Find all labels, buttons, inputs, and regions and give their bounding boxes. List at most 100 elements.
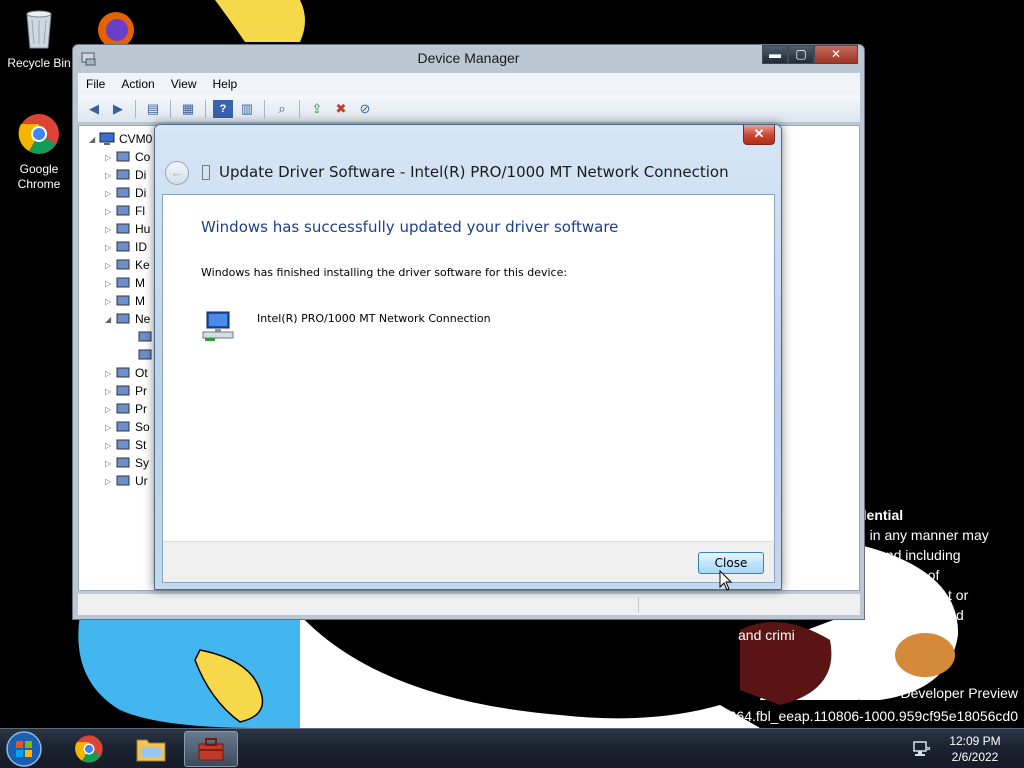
collapse-arrow-icon[interactable]: ◢ [105, 315, 115, 324]
tree-item[interactable]: ▷ Fl [105, 202, 145, 220]
tree-item[interactable]: ◢ Ne [105, 310, 150, 328]
expand-arrow-icon[interactable]: ▷ [105, 369, 115, 378]
expand-arrow-icon[interactable]: ▷ [105, 189, 115, 198]
tree-item-label: Pr [135, 384, 147, 398]
expand-arrow-icon[interactable]: ▷ [105, 423, 115, 432]
tree-item-label: Ne [135, 312, 151, 326]
tree-item[interactable]: ▷ So [105, 418, 150, 436]
tree-item[interactable]: ▷ Pr [105, 382, 147, 400]
desktop-icon-recycle-bin[interactable]: Recycle Bin [6, 6, 72, 71]
tree-item-label: Ke [135, 258, 150, 272]
tree-item[interactable]: ▷ Di [105, 184, 146, 202]
tree-item-label: Ot [135, 366, 148, 380]
show-hide-action-pane-icon[interactable]: ▥ [237, 100, 257, 118]
start-button[interactable] [4, 730, 44, 768]
show-hide-console-tree-icon[interactable]: ▤ [143, 100, 163, 118]
window-close-button[interactable]: ✕ [814, 45, 858, 64]
device-category-icon [116, 457, 130, 468]
network-tray-icon[interactable] [912, 739, 932, 759]
window-title: Device Manager [417, 50, 520, 66]
tree-item[interactable]: ▷ Ke [105, 256, 150, 274]
expand-arrow-icon[interactable]: ▷ [105, 477, 115, 486]
expand-arrow-icon[interactable]: ▷ [105, 279, 115, 288]
network-connector-icon [202, 165, 210, 180]
back-arrow-icon[interactable]: ◀ [84, 100, 104, 118]
device-category-icon [138, 349, 152, 360]
tree-item-label: Di [135, 168, 147, 182]
expand-arrow-icon[interactable]: ▷ [105, 243, 115, 252]
tree-item[interactable]: ▷ M [105, 274, 145, 292]
back-button[interactable]: ← [165, 161, 189, 185]
expand-arrow-icon[interactable]: ▷ [105, 261, 115, 270]
collapse-arrow-icon[interactable]: ◢ [89, 135, 99, 144]
scan-hardware-icon[interactable]: ⌕ [272, 100, 292, 118]
dialog-close-button[interactable]: ✕ [743, 125, 775, 145]
minimize-button[interactable]: ▬ [762, 45, 788, 64]
device-category-icon [116, 169, 130, 180]
taskbar-device-manager[interactable] [184, 731, 238, 767]
device-category-icon [116, 385, 130, 396]
tree-item[interactable]: ▷ St [105, 436, 146, 454]
maximize-button[interactable]: ▢ [788, 45, 814, 64]
tree-item-label: Hu [135, 222, 151, 236]
tree-item[interactable]: ▷ Ot [105, 364, 148, 382]
toolbar: ◀ ▶ ▤ ▦ ? ▥ ⌕ ⇪ ✖ ⊘ [78, 95, 860, 123]
tree-item-label: St [135, 438, 147, 452]
device-category-icon [116, 259, 130, 270]
disable-icon[interactable]: ⊘ [355, 100, 375, 118]
mouse-cursor-icon [719, 570, 733, 591]
expand-arrow-icon[interactable]: ▷ [105, 297, 115, 306]
device-category-icon [138, 331, 152, 342]
update-driver-icon[interactable]: ⇪ [307, 100, 327, 118]
network-adapter-icon [202, 311, 234, 341]
taskbar-chrome[interactable] [62, 731, 116, 767]
device-category-icon [116, 277, 130, 288]
tree-item[interactable]: ▷ Sy [105, 454, 149, 472]
clock-date: 2/6/2022 [951, 750, 999, 764]
firefox-icon[interactable] [93, 8, 139, 44]
menu-action[interactable]: Action [113, 73, 162, 95]
menu-view[interactable]: View [163, 73, 205, 95]
tree-item[interactable] [127, 346, 157, 364]
desktop-icon-google-chrome[interactable]: Google Chrome [6, 112, 72, 192]
tree-item[interactable]: ▷ Hu [105, 220, 150, 238]
tree-item[interactable]: ▷ Ur [105, 472, 148, 490]
tree-item[interactable]: ▷ Di [105, 166, 146, 184]
expand-arrow-icon[interactable]: ▷ [105, 207, 115, 216]
device-category-icon [116, 421, 130, 432]
tree-item[interactable]: ▷ M [105, 292, 145, 310]
tree-item[interactable] [127, 328, 157, 346]
clock-time: 12:09 PM [949, 734, 1001, 748]
expand-arrow-icon[interactable]: ▷ [105, 441, 115, 450]
tree-item[interactable]: ▷ Pr [105, 400, 147, 418]
device-category-icon [116, 151, 130, 162]
system-clock[interactable]: 12:09 PM 2/6/2022 [940, 733, 1010, 765]
device-manager-titlebar[interactable]: Device Manager ▬ ▢ ✕ [73, 45, 864, 73]
expand-arrow-icon[interactable]: ▷ [105, 459, 115, 468]
tree-item[interactable]: ▷ ID [105, 238, 147, 256]
device-category-icon [116, 439, 130, 450]
menu-help[interactable]: Help [205, 73, 246, 95]
expand-arrow-icon[interactable]: ▷ [105, 225, 115, 234]
taskbar-file-explorer[interactable] [124, 731, 178, 767]
tree-root[interactable]: ◢ CVM0 [89, 130, 152, 148]
chrome-icon [75, 735, 103, 763]
expand-arrow-icon[interactable]: ▷ [105, 405, 115, 414]
dialog-title: Update Driver Software - Intel(R) PRO/10… [219, 163, 729, 181]
help-icon[interactable]: ? [213, 99, 233, 118]
tree-item-label: M [135, 294, 145, 308]
menu-file[interactable]: File [78, 73, 113, 95]
properties-icon[interactable]: ▦ [178, 100, 198, 118]
forward-arrow-icon[interactable]: ▶ [108, 100, 128, 118]
device-category-icon [116, 313, 130, 324]
expand-arrow-icon[interactable]: ▷ [105, 171, 115, 180]
desktop-icon-label: Recycle Bin [7, 56, 71, 70]
tree-item[interactable]: ▷ Co [105, 148, 150, 166]
expand-arrow-icon[interactable]: ▷ [105, 153, 115, 162]
expand-arrow-icon[interactable]: ▷ [105, 387, 115, 396]
dialog-body: Windows has successfully updated your dr… [162, 194, 775, 541]
recycle-bin-icon [26, 10, 52, 49]
device-category-icon [116, 295, 130, 306]
desktop-icon-label: Google Chrome [17, 162, 61, 191]
uninstall-icon[interactable]: ✖ [331, 100, 351, 118]
